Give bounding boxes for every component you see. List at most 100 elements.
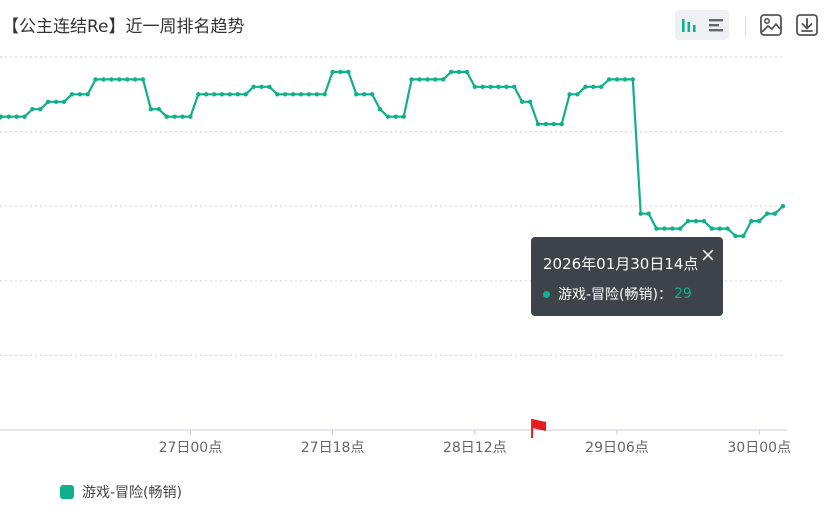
- download-icon[interactable]: [793, 10, 821, 40]
- tooltip: 2026年01月30日14点 游戏-冒险(畅销)： 29: [531, 237, 723, 316]
- x-tick-label: 27日00点: [159, 440, 223, 456]
- data-point: [77, 92, 83, 97]
- data-point: [219, 92, 225, 97]
- x-tick-label: 28日12点: [443, 440, 507, 456]
- data-point: [196, 92, 201, 97]
- data-point: [148, 107, 154, 112]
- data-point: [496, 84, 501, 90]
- image-icon[interactable]: [757, 10, 785, 40]
- close-icon[interactable]: [701, 247, 715, 261]
- data-point: [0, 114, 3, 119]
- data-point: [69, 92, 75, 97]
- data-point: [204, 92, 209, 97]
- bar-chart-icon[interactable]: [675, 10, 702, 40]
- data-point: [678, 226, 683, 231]
- data-point: [409, 77, 414, 82]
- legend[interactable]: 游戏-冒险(畅销): [60, 482, 182, 502]
- data-point: [156, 107, 161, 112]
- data-point: [377, 107, 383, 112]
- data-point: [259, 84, 264, 90]
- data-point: [741, 233, 746, 239]
- data-point: [520, 99, 525, 105]
- data-point: [480, 84, 485, 90]
- data-point: [772, 211, 778, 216]
- data-point: [401, 114, 406, 119]
- data-point: [85, 92, 90, 97]
- data-point: [654, 226, 659, 231]
- data-point: [140, 77, 146, 82]
- data-point: [662, 226, 667, 231]
- data-point: [125, 77, 130, 82]
- data-point: [504, 84, 509, 90]
- data-point: [527, 99, 533, 105]
- data-point: [14, 114, 19, 119]
- x-tick-label: 29日06点: [585, 440, 649, 456]
- tooltip-title: 2026年01月30日14点: [543, 255, 699, 273]
- data-point: [298, 92, 304, 97]
- data-point: [306, 92, 312, 97]
- data-point: [685, 218, 691, 224]
- data-point: [362, 92, 367, 97]
- data-point: [622, 77, 628, 82]
- chart-type-switch: [675, 10, 729, 40]
- data-point: [132, 77, 138, 82]
- toolbar-divider: [745, 16, 746, 36]
- data-point: [717, 226, 722, 231]
- data-point: [61, 99, 67, 105]
- data-point: [567, 92, 572, 97]
- data-point: [693, 218, 699, 224]
- data-point: [559, 121, 564, 127]
- data-point: [441, 77, 446, 82]
- data-point: [535, 121, 541, 127]
- data-point: [22, 114, 27, 119]
- data-point: [46, 99, 51, 105]
- data-point: [630, 77, 635, 82]
- data-point: [188, 114, 193, 119]
- data-point: [701, 218, 707, 224]
- data-point: [267, 84, 272, 90]
- data-point: [599, 84, 604, 90]
- data-point: [243, 92, 248, 97]
- data-point: [385, 114, 391, 119]
- data-point: [606, 77, 612, 82]
- data-point: [638, 211, 643, 216]
- data-point: [448, 69, 454, 75]
- data-point: [551, 121, 556, 127]
- data-point: [117, 77, 122, 82]
- data-point: [180, 114, 185, 119]
- data-point: [764, 211, 770, 216]
- data-point: [227, 92, 233, 97]
- chart-title: 【公主连结Re】近一周排名趋势: [2, 17, 245, 37]
- data-point: [172, 114, 177, 119]
- data-point: [512, 84, 517, 90]
- data-point: [472, 84, 477, 90]
- data-point: [433, 77, 438, 82]
- flag-icon: [532, 419, 547, 437]
- legend-swatch: [60, 485, 74, 499]
- data-point: [780, 204, 786, 209]
- data-point: [30, 107, 35, 112]
- tooltip-value: 29: [673, 286, 692, 302]
- data-point: [211, 92, 217, 97]
- data-point: [709, 226, 714, 231]
- tooltip-series-name: 游戏-冒险(畅销)：: [558, 287, 672, 303]
- data-point: [38, 107, 43, 112]
- data-point: [575, 92, 580, 97]
- data-point: [314, 92, 319, 97]
- data-point: [425, 77, 430, 82]
- list-icon[interactable]: [702, 10, 729, 40]
- data-point: [614, 77, 620, 82]
- data-point: [354, 92, 359, 97]
- data-point: [670, 226, 675, 231]
- data-point: [101, 77, 106, 82]
- data-point: [417, 77, 422, 82]
- data-point: [583, 84, 588, 90]
- data-point: [251, 84, 256, 90]
- data-point: [322, 92, 327, 97]
- data-point: [543, 121, 549, 127]
- data-point: [109, 77, 114, 82]
- data-point: [330, 69, 335, 75]
- data-point: [338, 69, 343, 75]
- data-point: [369, 92, 375, 97]
- data-point: [456, 69, 462, 75]
